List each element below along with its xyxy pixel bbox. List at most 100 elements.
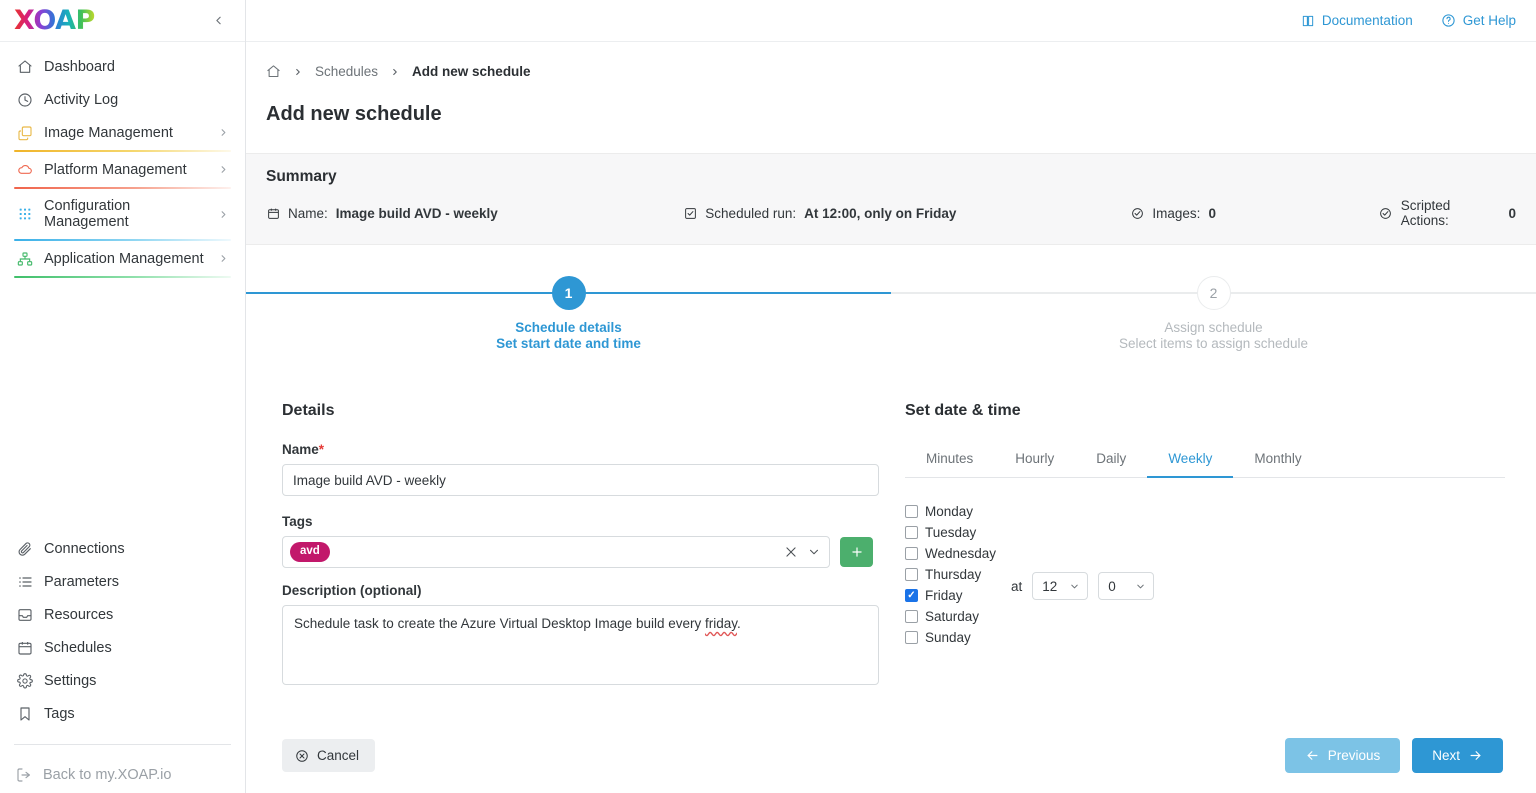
step-number: 1 (551, 276, 586, 310)
tags-row: avd (282, 536, 879, 569)
tab-weekly[interactable]: Weekly (1147, 442, 1234, 479)
form-footer: Cancel Previous Next (246, 738, 1536, 793)
documentation-label: Documentation (1321, 13, 1413, 28)
sidebar-accent-configuration (14, 239, 231, 241)
tab-minutes[interactable]: Minutes (905, 442, 994, 478)
chevron-right-icon (218, 209, 229, 220)
tag-chip-avd[interactable]: avd (290, 542, 330, 562)
checkbox-box[interactable] (905, 526, 918, 540)
tab-hourly[interactable]: Hourly (994, 442, 1075, 478)
step-schedule-details[interactable]: 1 Schedule details Set start date and ti… (246, 276, 891, 351)
check-circle-icon (1130, 206, 1144, 220)
book-icon (1301, 14, 1315, 28)
sidebar-item-resources[interactable]: Resources (0, 598, 245, 631)
sidebar-secondary-nav: Connections Parameters Resources Schedul… (0, 532, 245, 730)
sidebar-item-dashboard[interactable]: Dashboard (0, 50, 245, 83)
datetime-heading: Set date & time (905, 402, 1021, 420)
sidebar-item-configuration-management[interactable]: Configuration Management (0, 190, 245, 238)
sidebar-item-label: Configuration Management (44, 198, 131, 230)
sidebar-accent-image (14, 150, 231, 152)
cloud-icon (16, 161, 33, 178)
summary-row: Name: Image build AVD - weekly Scheduled… (266, 198, 1516, 228)
documentation-link[interactable]: Documentation (1301, 13, 1413, 28)
summary-run-value: At 12:00, only on Friday (804, 205, 957, 221)
sidebar-item-activity-log[interactable]: Activity Log (0, 83, 245, 116)
sidebar-item-image-management[interactable]: Image Management (0, 116, 245, 149)
name-input[interactable] (282, 464, 879, 497)
checkbox-box[interactable] (905, 568, 918, 582)
step-assign-schedule[interactable]: 2 Assign schedule Select items to assign… (891, 276, 1536, 351)
sidebar-item-label: Dashboard (44, 58, 115, 75)
cancel-button[interactable]: Cancel (282, 739, 376, 772)
summary-run-label: Scheduled run: (705, 205, 797, 221)
sidebar-item-platform-management[interactable]: Platform Management (0, 153, 245, 186)
sidebar-item-label: Schedules (44, 639, 112, 656)
checkbox-sunday[interactable]: Sunday (905, 630, 1005, 645)
checkbox-thursday[interactable]: Thursday (905, 567, 1005, 582)
checkbox-friday[interactable]: Friday (905, 588, 1005, 603)
checkbox-monday[interactable]: Monday (905, 504, 1005, 519)
step-title: Assign schedule (1164, 320, 1263, 335)
gear-icon (16, 672, 33, 689)
step-subtitle: Set start date and time (496, 335, 641, 351)
checkbox-box[interactable] (905, 505, 918, 519)
next-button[interactable]: Next (1412, 738, 1503, 773)
description-textarea[interactable]: Schedule task to create the Azure Virtua… (282, 605, 879, 686)
previous-button[interactable]: Previous (1284, 738, 1401, 773)
next-label: Next (1432, 748, 1460, 763)
sidebar-item-schedules[interactable]: Schedules (0, 631, 245, 664)
sidebar-item-label: Application Management (44, 250, 204, 267)
xoap-logo[interactable]: XOAP (14, 7, 95, 34)
back-to-my-xoap-link[interactable]: Back to my.XOAP.io (0, 745, 245, 783)
checkbox-tuesday[interactable]: Tuesday (905, 525, 1005, 540)
sidebar: XOAP Dashboard Activity Log Image Manage… (0, 0, 246, 793)
get-help-link[interactable]: Get Help (1441, 13, 1516, 28)
app-root: XOAP Dashboard Activity Log Image Manage… (0, 0, 1536, 793)
checkbox-wednesday[interactable]: Wednesday (905, 546, 1005, 561)
description-text: Schedule task to create the Azure Virtua… (294, 616, 705, 632)
checkbox-box[interactable] (905, 610, 918, 624)
description-tail: . (737, 616, 741, 632)
name-label-text: Name (282, 442, 319, 458)
arrow-right-icon (1468, 748, 1483, 763)
summary-name-value: Image build AVD - weekly (335, 205, 498, 221)
breadcrumb-separator (390, 67, 400, 77)
breadcrumb-item-schedules[interactable]: Schedules (315, 64, 378, 79)
sidebar-item-tags[interactable]: Tags (0, 697, 245, 730)
chevron-right-icon (218, 164, 229, 175)
sidebar-item-label: Activity Log (44, 91, 119, 108)
minute-value: 0 (1108, 578, 1116, 594)
sidebar-item-parameters[interactable]: Parameters (0, 565, 245, 598)
chevron-left-icon[interactable] (206, 10, 231, 31)
step-title: Schedule details (515, 320, 622, 335)
sidebar-item-connections[interactable]: Connections (0, 532, 245, 565)
sidebar-item-settings[interactable]: Settings (0, 664, 245, 697)
add-tag-button[interactable] (840, 537, 873, 568)
step-subtitle: Select items to assign schedule (1118, 335, 1309, 351)
sidebar-item-application-management[interactable]: Application Management (0, 242, 245, 275)
frequency-tabs: Minutes Hourly Daily Weekly Monthly (905, 442, 1505, 479)
tags-select[interactable]: avd (282, 536, 830, 569)
summary-actions-value: 0 (1508, 205, 1516, 221)
checkbox-box[interactable] (905, 589, 918, 603)
close-icon[interactable] (784, 545, 798, 559)
previous-label: Previous (1327, 748, 1381, 763)
chevron-down-icon (1135, 581, 1146, 592)
minute-select[interactable]: 0 (1098, 572, 1155, 601)
breadcrumb-home-icon[interactable] (266, 64, 281, 79)
checkbox-box[interactable] (905, 547, 918, 561)
stepper: 1 Schedule details Set start date and ti… (246, 245, 1536, 351)
tab-daily[interactable]: Daily (1075, 442, 1147, 478)
sidebar-item-label: Platform Management (44, 161, 187, 178)
checkbox-saturday[interactable]: Saturday (905, 609, 1005, 624)
checkbox-box[interactable] (905, 631, 918, 645)
checkbox-label: Friday (925, 588, 963, 604)
arrow-left-icon (1305, 748, 1320, 763)
copy-icon (16, 124, 33, 141)
check-circle-icon (1379, 206, 1393, 220)
tags-actions (784, 545, 821, 559)
list-icon (16, 573, 33, 590)
hour-select[interactable]: 12 (1032, 572, 1089, 601)
tab-monthly[interactable]: Monthly (1233, 442, 1322, 478)
chevron-down-icon[interactable] (807, 545, 821, 559)
